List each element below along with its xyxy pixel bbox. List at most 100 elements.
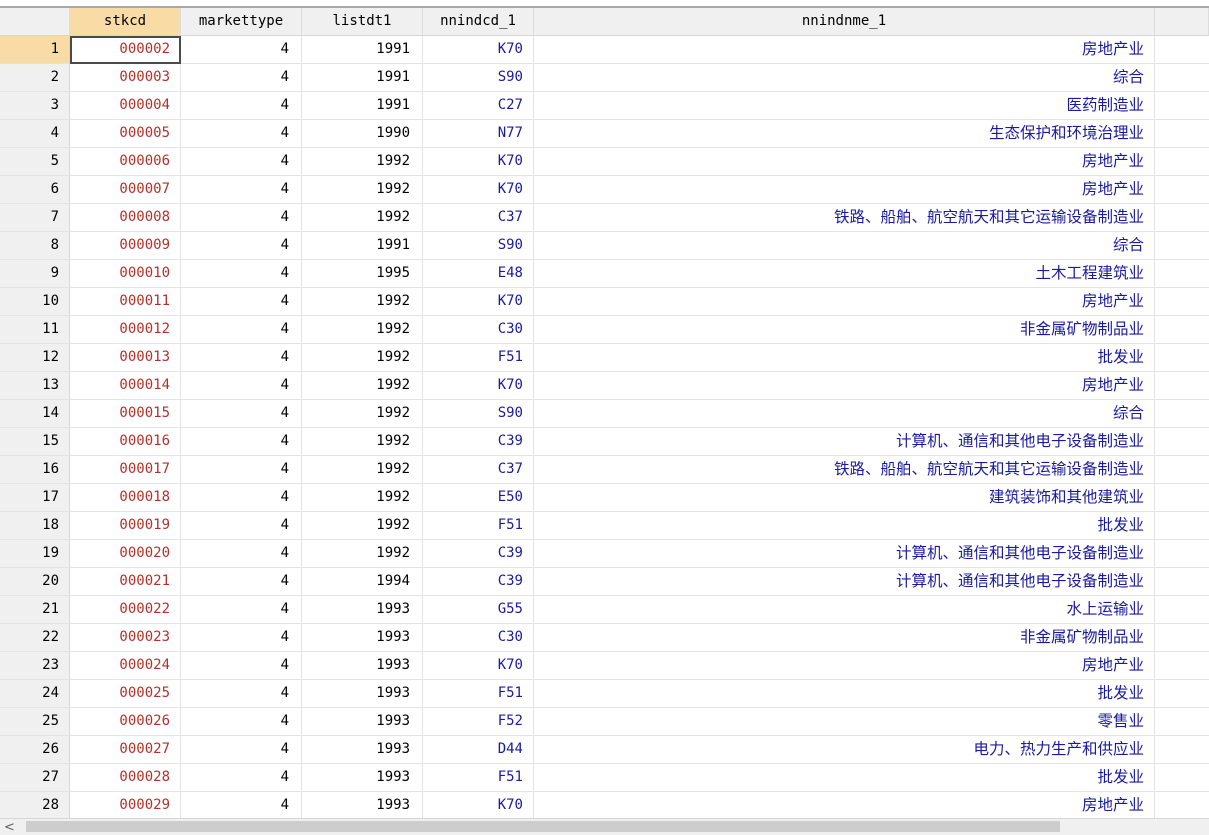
cell-empty[interactable] bbox=[1155, 428, 1209, 456]
cell-listdt1[interactable]: 1991 bbox=[302, 36, 423, 64]
cell-stkcd[interactable]: 000029 bbox=[70, 792, 181, 820]
cell-empty[interactable] bbox=[1155, 120, 1209, 148]
cell-listdt1[interactable]: 1994 bbox=[302, 568, 423, 596]
cell-listdt1[interactable]: 1992 bbox=[302, 204, 423, 232]
table-row[interactable]: 7 000008 4 1992 C37 铁路、船舶、航空航天和其它运输设备制造业 bbox=[0, 204, 1209, 232]
row-number[interactable]: 19 bbox=[0, 540, 70, 568]
cell-stkcd[interactable]: 000015 bbox=[70, 400, 181, 428]
data-grid[interactable]: stkcd markettype listdt1 nnindcd_1 nnind… bbox=[0, 8, 1209, 820]
cell-nnindcd-1[interactable]: S90 bbox=[423, 64, 534, 92]
table-row[interactable]: 2 000003 4 1991 S90 综合 bbox=[0, 64, 1209, 92]
cell-listdt1[interactable]: 1993 bbox=[302, 680, 423, 708]
cell-listdt1[interactable]: 1992 bbox=[302, 372, 423, 400]
row-number[interactable]: 23 bbox=[0, 652, 70, 680]
cell-listdt1[interactable]: 1993 bbox=[302, 764, 423, 792]
cell-empty[interactable] bbox=[1155, 680, 1209, 708]
table-row[interactable]: 9 000010 4 1995 E48 土木工程建筑业 bbox=[0, 260, 1209, 288]
cell-nnindnme-1[interactable]: 房地产业 bbox=[534, 36, 1155, 64]
cell-nnindnme-1[interactable]: 医药制造业 bbox=[534, 92, 1155, 120]
cell-markettype[interactable]: 4 bbox=[181, 540, 302, 568]
table-row[interactable]: 27 000028 4 1993 F51 批发业 bbox=[0, 764, 1209, 792]
table-row[interactable]: 5 000006 4 1992 K70 房地产业 bbox=[0, 148, 1209, 176]
cell-empty[interactable] bbox=[1155, 400, 1209, 428]
cell-nnindcd-1[interactable]: N77 bbox=[423, 120, 534, 148]
scrollbar-thumb[interactable] bbox=[26, 821, 1060, 832]
cell-stkcd[interactable]: 000023 bbox=[70, 624, 181, 652]
cell-nnindnme-1[interactable]: 房地产业 bbox=[534, 148, 1155, 176]
row-number[interactable]: 10 bbox=[0, 288, 70, 316]
cell-markettype[interactable]: 4 bbox=[181, 596, 302, 624]
table-row[interactable]: 18 000019 4 1992 F51 批发业 bbox=[0, 512, 1209, 540]
cell-nnindnme-1[interactable]: 计算机、通信和其他电子设备制造业 bbox=[534, 540, 1155, 568]
table-row[interactable]: 10 000011 4 1992 K70 房地产业 bbox=[0, 288, 1209, 316]
cell-stkcd[interactable]: 000010 bbox=[70, 260, 181, 288]
cell-nnindcd-1[interactable]: K70 bbox=[423, 176, 534, 204]
cell-listdt1[interactable]: 1993 bbox=[302, 624, 423, 652]
table-row[interactable]: 24 000025 4 1993 F51 批发业 bbox=[0, 680, 1209, 708]
cell-empty[interactable] bbox=[1155, 204, 1209, 232]
row-number[interactable]: 14 bbox=[0, 400, 70, 428]
cell-empty[interactable] bbox=[1155, 624, 1209, 652]
row-number[interactable]: 12 bbox=[0, 344, 70, 372]
row-number[interactable]: 4 bbox=[0, 120, 70, 148]
cell-listdt1[interactable]: 1992 bbox=[302, 428, 423, 456]
cell-nnindcd-1[interactable]: K70 bbox=[423, 36, 534, 64]
cell-nnindnme-1[interactable]: 批发业 bbox=[534, 344, 1155, 372]
cell-stkcd[interactable]: 000026 bbox=[70, 708, 181, 736]
cell-nnindnme-1[interactable]: 批发业 bbox=[534, 680, 1155, 708]
cell-markettype[interactable]: 4 bbox=[181, 36, 302, 64]
row-number[interactable]: 9 bbox=[0, 260, 70, 288]
cell-nnindcd-1[interactable]: G55 bbox=[423, 596, 534, 624]
corner-cell[interactable] bbox=[0, 8, 70, 36]
row-number[interactable]: 18 bbox=[0, 512, 70, 540]
cell-stkcd[interactable]: 000009 bbox=[70, 232, 181, 260]
cell-nnindcd-1[interactable]: K70 bbox=[423, 148, 534, 176]
cell-empty[interactable] bbox=[1155, 512, 1209, 540]
row-number[interactable]: 11 bbox=[0, 316, 70, 344]
cell-nnindcd-1[interactable]: F51 bbox=[423, 764, 534, 792]
row-number[interactable]: 15 bbox=[0, 428, 70, 456]
cell-nnindnme-1[interactable]: 零售业 bbox=[534, 708, 1155, 736]
row-number[interactable]: 1 bbox=[0, 36, 70, 64]
cell-markettype[interactable]: 4 bbox=[181, 484, 302, 512]
cell-stkcd[interactable]: 000003 bbox=[70, 64, 181, 92]
cell-listdt1[interactable]: 1993 bbox=[302, 596, 423, 624]
cell-stkcd[interactable]: 000028 bbox=[70, 764, 181, 792]
cell-stkcd[interactable]: 000024 bbox=[70, 652, 181, 680]
cell-nnindnme-1[interactable]: 综合 bbox=[534, 400, 1155, 428]
table-row[interactable]: 11 000012 4 1992 C30 非金属矿物制品业 bbox=[0, 316, 1209, 344]
column-header-nnindcd-1[interactable]: nnindcd_1 bbox=[423, 8, 534, 36]
cell-empty[interactable] bbox=[1155, 792, 1209, 820]
cell-markettype[interactable]: 4 bbox=[181, 316, 302, 344]
cell-nnindcd-1[interactable]: C30 bbox=[423, 316, 534, 344]
row-number[interactable]: 8 bbox=[0, 232, 70, 260]
cell-listdt1[interactable]: 1993 bbox=[302, 792, 423, 820]
cell-nnindcd-1[interactable]: K70 bbox=[423, 652, 534, 680]
cell-nnindcd-1[interactable]: C37 bbox=[423, 204, 534, 232]
cell-nnindcd-1[interactable]: F51 bbox=[423, 344, 534, 372]
cell-stkcd[interactable]: 000012 bbox=[70, 316, 181, 344]
cell-markettype[interactable]: 4 bbox=[181, 428, 302, 456]
cell-markettype[interactable]: 4 bbox=[181, 708, 302, 736]
cell-nnindcd-1[interactable]: K70 bbox=[423, 792, 534, 820]
cell-stkcd[interactable]: 000017 bbox=[70, 456, 181, 484]
cell-nnindcd-1[interactable]: K70 bbox=[423, 288, 534, 316]
cell-stkcd[interactable]: 000013 bbox=[70, 344, 181, 372]
row-number[interactable]: 28 bbox=[0, 792, 70, 820]
cell-stkcd[interactable]: 000014 bbox=[70, 372, 181, 400]
cell-stkcd[interactable]: 000006 bbox=[70, 148, 181, 176]
cell-stkcd[interactable]: 000018 bbox=[70, 484, 181, 512]
cell-nnindnme-1[interactable]: 铁路、船舶、航空航天和其它运输设备制造业 bbox=[534, 456, 1155, 484]
cell-markettype[interactable]: 4 bbox=[181, 624, 302, 652]
cell-empty[interactable] bbox=[1155, 260, 1209, 288]
cell-empty[interactable] bbox=[1155, 176, 1209, 204]
cell-nnindnme-1[interactable]: 房地产业 bbox=[534, 792, 1155, 820]
column-header-nnindnme-1[interactable]: nnindnme_1 bbox=[534, 8, 1155, 36]
cell-listdt1[interactable]: 1992 bbox=[302, 512, 423, 540]
cell-nnindnme-1[interactable]: 计算机、通信和其他电子设备制造业 bbox=[534, 428, 1155, 456]
row-number[interactable]: 2 bbox=[0, 64, 70, 92]
cell-listdt1[interactable]: 1995 bbox=[302, 260, 423, 288]
table-row[interactable]: 4 000005 4 1990 N77 生态保护和环境治理业 bbox=[0, 120, 1209, 148]
cell-stkcd[interactable]: 000025 bbox=[70, 680, 181, 708]
table-row[interactable]: 15 000016 4 1992 C39 计算机、通信和其他电子设备制造业 bbox=[0, 428, 1209, 456]
